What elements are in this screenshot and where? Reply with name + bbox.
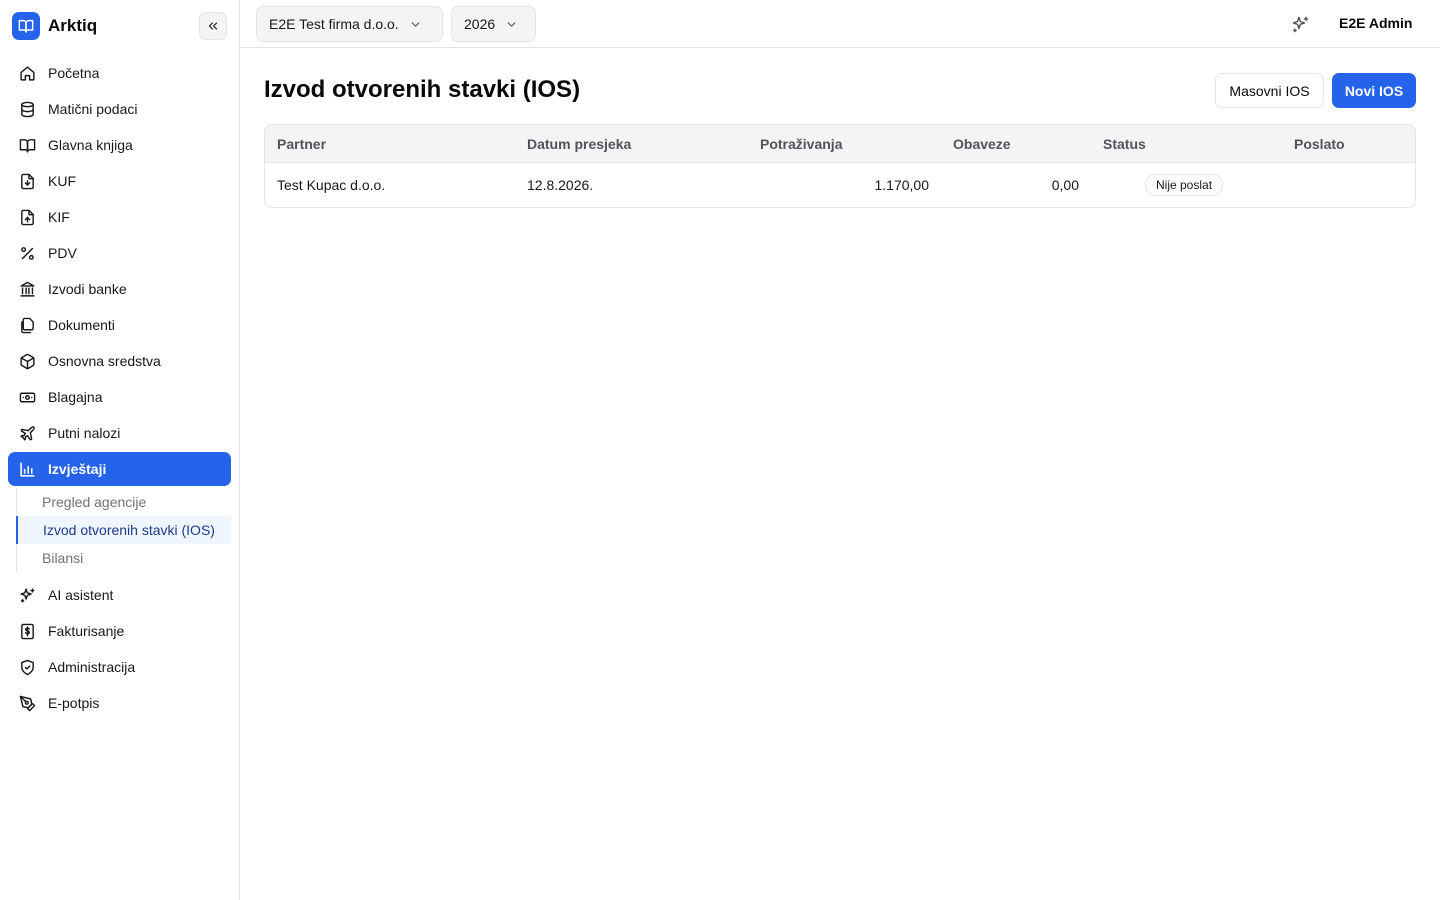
sidebar-item-label: AI asistent bbox=[48, 587, 114, 603]
percent-icon bbox=[21, 246, 34, 260]
sidebar-item-ai-asistent[interactable]: AI asistent bbox=[8, 578, 231, 612]
column-header-receivables[interactable]: Potraživanja bbox=[760, 125, 842, 163]
sidebar-subitem-ios[interactable]: Izvod otvorenih stavki (IOS) bbox=[16, 516, 231, 544]
bar-chart-icon bbox=[20, 461, 35, 477]
sidebar-nav: Početna Matični podaci Glavna knjiga KUF… bbox=[8, 56, 231, 722]
sparkles-icon bbox=[20, 587, 35, 603]
database-icon bbox=[21, 101, 34, 117]
sidebar-item-maticni-podaci[interactable]: Matični podaci bbox=[8, 92, 231, 126]
sidebar-item-label: Fakturisanje bbox=[48, 623, 125, 639]
invoice-dollar-icon bbox=[21, 623, 34, 639]
topbar: E2E Test firma d.o.o. 2026 E2E Admin bbox=[240, 0, 1440, 48]
ai-assistant-button[interactable] bbox=[1288, 12, 1312, 36]
year-select[interactable]: 2026 bbox=[451, 6, 536, 42]
brand[interactable]: Arktiq bbox=[12, 12, 97, 40]
sidebar-item-label: Osnovna sredstva bbox=[48, 353, 161, 369]
sidebar-item-administracija[interactable]: Administracija bbox=[8, 650, 231, 684]
sidebar-item-label: PDV bbox=[48, 245, 77, 261]
sidebar-item-kif[interactable]: KIF bbox=[8, 200, 231, 234]
sidebar-item-label: Putni nalozi bbox=[48, 425, 121, 441]
chevron-down-icon bbox=[411, 21, 420, 27]
signature-pen-icon bbox=[19, 695, 36, 711]
sidebar-item-label: Početna bbox=[48, 65, 100, 81]
column-header-date[interactable]: Datum presjeka bbox=[527, 125, 631, 163]
table-header: Partner Datum presjeka Potraživanja Obav… bbox=[265, 125, 1415, 163]
sidebar-item-glavna-knjiga[interactable]: Glavna knjiga bbox=[8, 128, 231, 162]
sidebar-item-izvodi-banke[interactable]: Izvodi banke bbox=[8, 272, 231, 306]
sidebar-item-pocetna[interactable]: Početna bbox=[8, 56, 231, 90]
sidebar-subitem-pregled-agencije[interactable]: Pregled agencije bbox=[16, 488, 231, 516]
cell-partner: Test Kupac d.o.o. bbox=[277, 177, 386, 193]
sparkles-icon bbox=[1292, 16, 1308, 32]
mass-ios-button[interactable]: Masovni IOS bbox=[1215, 73, 1324, 108]
shield-check-icon bbox=[21, 659, 34, 675]
plane-icon bbox=[20, 425, 35, 441]
sidebar-item-fakturisanje[interactable]: Fakturisanje bbox=[8, 614, 231, 648]
sidebar-item-label: Administracija bbox=[48, 659, 136, 675]
book-open-icon bbox=[19, 138, 36, 153]
cell-receivables: 1.170,00 bbox=[874, 177, 930, 193]
home-icon bbox=[20, 65, 35, 81]
sidebar-subitem-bilansi[interactable]: Bilansi bbox=[16, 544, 231, 572]
package-icon bbox=[20, 353, 35, 369]
status-badge: Nije poslat bbox=[1145, 174, 1224, 196]
sidebar-item-e-potpis[interactable]: E-potpis bbox=[8, 686, 231, 720]
column-header-partner[interactable]: Partner bbox=[277, 125, 326, 163]
column-header-liabilities[interactable]: Obaveze bbox=[953, 125, 1011, 163]
table-row[interactable]: Test Kupac d.o.o. 12.8.2026. 1.170,00 0,… bbox=[265, 163, 1415, 207]
files-icon bbox=[21, 317, 34, 333]
company-select-value: E2E Test firma d.o.o. bbox=[269, 16, 399, 32]
chevrons-left-icon bbox=[208, 22, 218, 30]
ios-table: Partner Datum presjeka Potraživanja Obav… bbox=[264, 124, 1416, 208]
company-select[interactable]: E2E Test firma d.o.o. bbox=[256, 6, 443, 42]
sidebar-item-osnovna-sredstva[interactable]: Osnovna sredstva bbox=[8, 344, 231, 378]
collapse-sidebar-button[interactable] bbox=[199, 12, 227, 40]
chevron-down-icon bbox=[507, 21, 516, 27]
new-ios-button[interactable]: Novi IOS bbox=[1332, 73, 1416, 108]
sidebar-item-dokumenti[interactable]: Dokumenti bbox=[8, 308, 231, 342]
file-upload-icon bbox=[21, 209, 34, 225]
sidebar-item-kuf[interactable]: KUF bbox=[8, 164, 231, 198]
sidebar-item-pdv[interactable]: PDV bbox=[8, 236, 231, 270]
file-download-icon bbox=[21, 173, 34, 189]
cell-date: 12.8.2026. bbox=[527, 177, 594, 193]
cell-liabilities: 0,00 bbox=[1051, 177, 1079, 193]
sidebar-item-label: E-potpis bbox=[48, 695, 100, 711]
book-logo-icon bbox=[12, 12, 40, 40]
page-title: Izvod otvorenih stavki (IOS) bbox=[264, 76, 581, 103]
sidebar: Arktiq Početna Matični podaci Glavna knj… bbox=[0, 0, 240, 900]
column-header-sent[interactable]: Poslato bbox=[1294, 125, 1345, 163]
user-menu[interactable]: E2E Admin bbox=[1339, 15, 1412, 31]
bank-icon bbox=[20, 281, 35, 297]
sidebar-subnav-izvjestaji: Pregled agencije Izvod otvorenih stavki … bbox=[16, 488, 231, 572]
brand-name: Arktiq bbox=[48, 16, 98, 35]
sidebar-item-label: KIF bbox=[48, 209, 70, 225]
sidebar-item-blagajna[interactable]: Blagajna bbox=[8, 380, 231, 414]
sidebar-item-label: Izvještaji bbox=[48, 461, 107, 477]
sidebar-item-putni-nalozi[interactable]: Putni nalozi bbox=[8, 416, 231, 450]
sidebar-item-label: KUF bbox=[48, 173, 76, 189]
sidebar-item-label: Blagajna bbox=[48, 389, 103, 405]
sidebar-item-label: Matični podaci bbox=[48, 101, 138, 117]
column-header-status[interactable]: Status bbox=[1103, 125, 1146, 163]
sidebar-item-label: Glavna knjiga bbox=[48, 137, 133, 153]
banknote-icon bbox=[19, 392, 36, 402]
sidebar-item-label: Izvodi banke bbox=[48, 281, 127, 297]
sidebar-item-izvjestaji[interactable]: Izvještaji bbox=[8, 452, 231, 486]
year-select-value: 2026 bbox=[464, 16, 496, 32]
sidebar-item-label: Dokumenti bbox=[48, 317, 115, 333]
